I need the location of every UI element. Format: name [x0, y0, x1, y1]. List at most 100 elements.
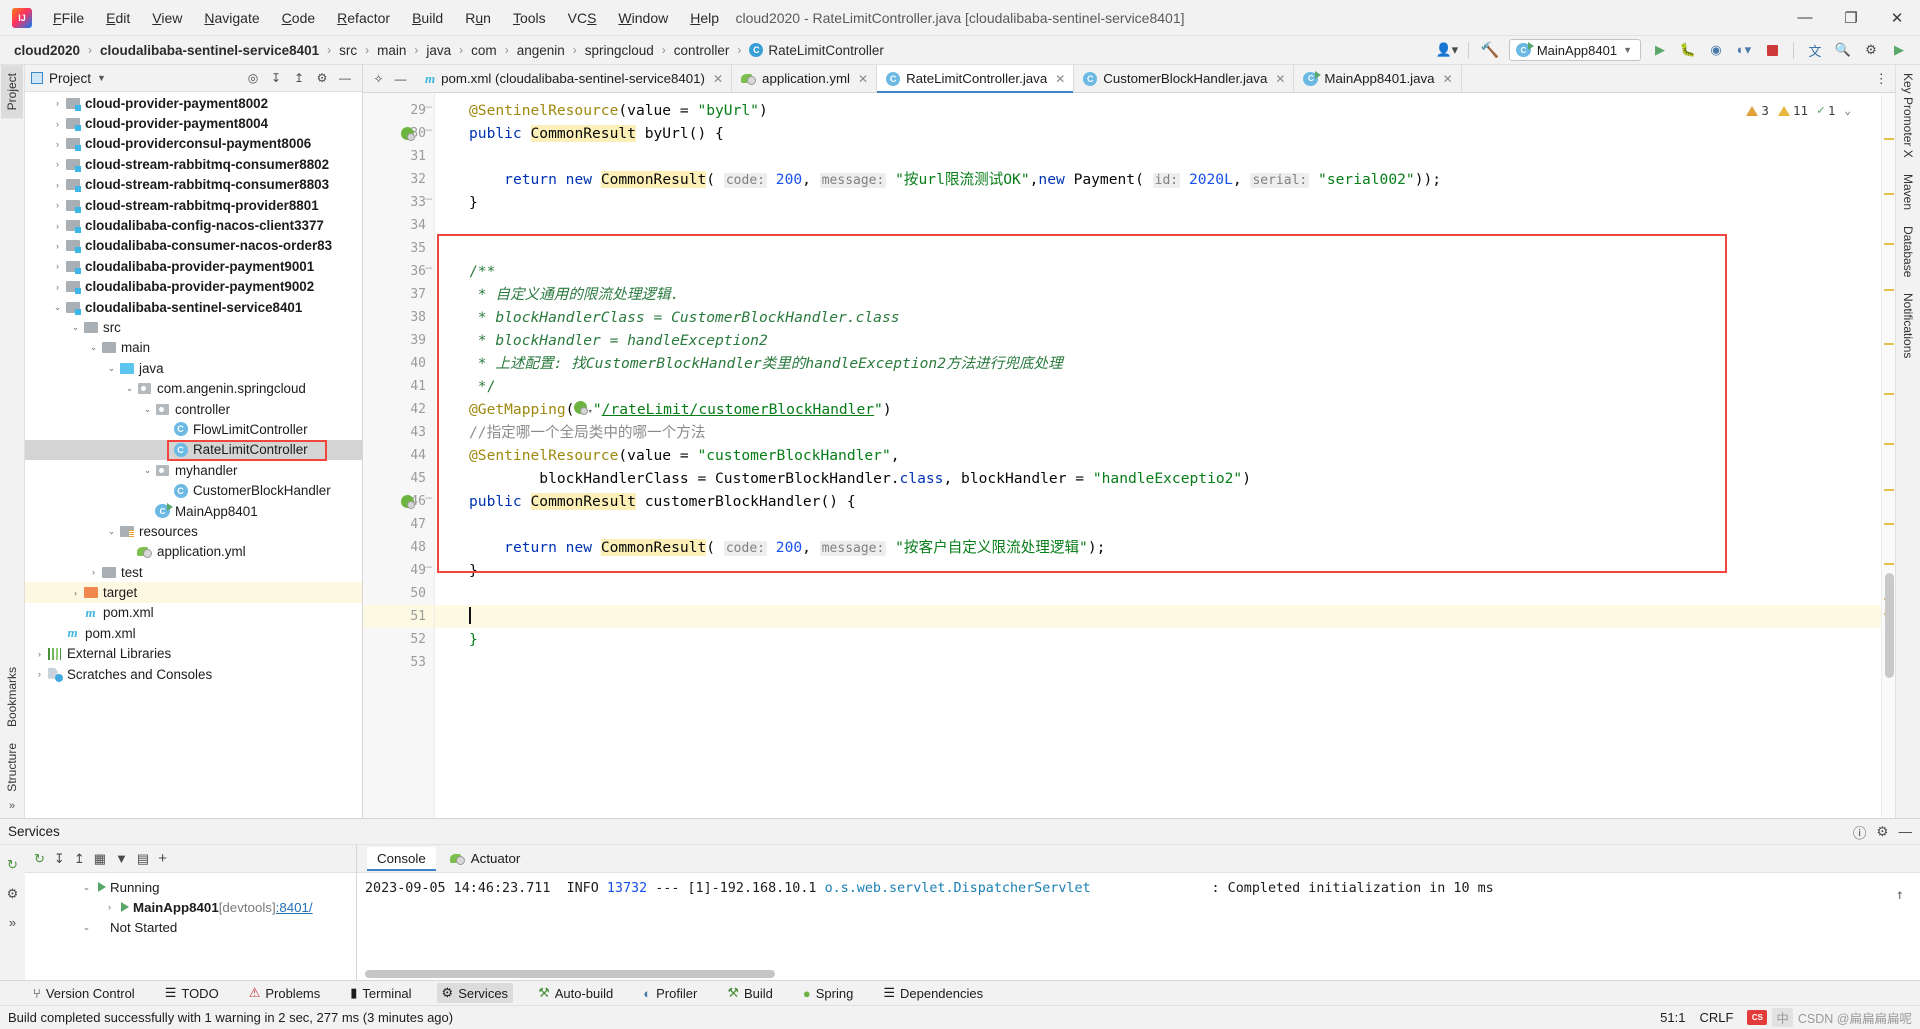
help-icon[interactable]: ⓘ: [1853, 822, 1867, 842]
editor-tab-overflow[interactable]: ⋮: [1868, 65, 1896, 92]
expand-all-icon[interactable]: ↧: [54, 851, 65, 867]
scroll-up-icon[interactable]: ↑: [1896, 887, 1904, 903]
gutter-line-30[interactable]: ─ 30: [363, 122, 434, 145]
marker-tick[interactable]: [1884, 489, 1894, 491]
gutter-line-47[interactable]: 47: [363, 513, 434, 536]
menu-tools[interactable]: Tools: [502, 6, 557, 30]
chevron-right-icon[interactable]: ›: [51, 180, 64, 190]
gutter-line-52[interactable]: 52: [363, 628, 434, 651]
translate-icon[interactable]: 文: [1802, 39, 1828, 62]
console-output[interactable]: 2023-09-05 14:46:23.711 INFO 13732 --- […: [357, 873, 1920, 980]
run-coverage-icon[interactable]: ◉: [1703, 39, 1729, 62]
line-separator[interactable]: CRLF: [1699, 1010, 1733, 1025]
gutter-line-35[interactable]: 35: [363, 237, 434, 260]
code-fold-icon[interactable]: ─: [425, 193, 432, 206]
gutter-line-29[interactable]: ─ 29: [363, 99, 434, 122]
menu-vcs[interactable]: VCS: [557, 6, 608, 30]
services-row-not-started[interactable]: ⌄ Not Started: [25, 917, 356, 937]
tree-item-cloudalibaba-sentinel-service8401[interactable]: ⌄ cloudalibaba-sentinel-service8401: [25, 297, 362, 317]
tree-item-ratelimitcontroller[interactable]: C RateLimitController: [25, 439, 362, 461]
chevron-right-icon[interactable]: ›: [51, 139, 64, 149]
settings-icon[interactable]: ⚙: [311, 68, 333, 89]
toolwindow-version-control[interactable]: ⑂ Version Control: [28, 984, 140, 1003]
editor-marker-strip[interactable]: [1881, 93, 1895, 818]
chevron-down-icon[interactable]: ⌄: [105, 526, 118, 537]
expand-all-icon[interactable]: ↧: [265, 68, 287, 89]
close-icon[interactable]: ✕: [713, 72, 723, 86]
tree-item-cloud-stream-rabbitmq-provider8801[interactable]: › cloud-stream-rabbitmq-provider8801: [25, 195, 362, 215]
tree-item-controller[interactable]: ⌄ controller: [25, 399, 362, 419]
group-icon[interactable]: ▦: [94, 851, 106, 867]
breadcrumb-controller[interactable]: controller: [670, 42, 734, 59]
services-tree[interactable]: ⌄ Running › MainApp8401 [devtools] :8401…: [25, 873, 356, 937]
hide-icon[interactable]: —: [1899, 824, 1913, 839]
menu-refactor[interactable]: Refactor: [326, 6, 401, 30]
toolwindow-services[interactable]: ⚙ Services: [436, 983, 514, 1003]
chevron-right-icon[interactable]: ›: [69, 588, 82, 598]
chevron-down-icon[interactable]: ⌄: [87, 342, 100, 353]
services-row-mainapp8401[interactable]: › MainApp8401 [devtools] :8401/: [25, 897, 356, 917]
breadcrumb-main[interactable]: main: [373, 42, 410, 59]
spring-bean-icon[interactable]: [401, 127, 415, 141]
tab-application-yml[interactable]: application.yml ✕: [732, 65, 878, 92]
gutter-line-40[interactable]: 40: [363, 352, 434, 375]
tree-item-pom-xml[interactable]: m pom.xml: [25, 603, 362, 623]
gutter-line-43[interactable]: 43: [363, 421, 434, 444]
menu-code[interactable]: Code: [271, 6, 326, 30]
typo-count[interactable]: ✓ 1: [1817, 99, 1835, 122]
gutter-line-46[interactable]: ─ 46: [363, 490, 434, 513]
tree-item-cloudalibaba-config-nacos-client3377[interactable]: › cloudalibaba-config-nacos-client3377: [25, 215, 362, 235]
marker-tick[interactable]: [1884, 443, 1894, 445]
menu-help[interactable]: Help: [679, 6, 730, 30]
tree-item-cloudalibaba-consumer-nacos-order83[interactable]: › cloudalibaba-consumer-nacos-order83: [25, 236, 362, 256]
toolwindow-problems[interactable]: ⚠ Problems: [244, 983, 326, 1003]
marker-tick[interactable]: [1884, 393, 1894, 395]
code-content[interactable]: @SentinelResource(value = "byUrl") publi…: [435, 93, 1881, 818]
gutter-line-48[interactable]: 48: [363, 536, 434, 559]
breadcrumb-angenin[interactable]: angenin: [513, 42, 569, 59]
menu-navigate[interactable]: Navigate: [193, 6, 270, 30]
code-fold-icon[interactable]: ─: [425, 561, 432, 574]
chevron-right-icon[interactable]: ›: [51, 221, 64, 231]
warning-count[interactable]: 11: [1777, 99, 1808, 122]
maximize-button[interactable]: ❐: [1828, 1, 1874, 35]
updates-icon[interactable]: ▶: [1886, 39, 1912, 62]
pin-icon[interactable]: ✧: [369, 69, 388, 88]
chevron-right-icon[interactable]: ›: [51, 282, 64, 292]
collapse-all-icon[interactable]: ↥: [288, 68, 310, 89]
code-fold-icon[interactable]: ─: [425, 262, 432, 275]
tree-item-cloudalibaba-provider-payment9001[interactable]: › cloudalibaba-provider-payment9001: [25, 256, 362, 276]
search-icon[interactable]: 🔍: [1830, 39, 1856, 62]
sidebar-item-notifications[interactable]: Notifications: [1897, 285, 1919, 366]
code-fold-icon[interactable]: ─: [425, 101, 432, 114]
gutter-line-38[interactable]: 38: [363, 306, 434, 329]
sidebar-item-structure[interactable]: Structure: [1, 735, 23, 800]
gutter-line-42[interactable]: 42: [363, 398, 434, 421]
sidebar-item-database[interactable]: Database: [1897, 218, 1919, 285]
minimize-button[interactable]: —: [1782, 1, 1828, 35]
tree-item-main[interactable]: ⌄ main: [25, 338, 362, 358]
gutter-line-51[interactable]: 51: [363, 605, 434, 628]
editor-scrollbar-thumb[interactable]: [1885, 573, 1894, 678]
weak-warning-count[interactable]: 3: [1746, 99, 1769, 122]
gutter-line-49[interactable]: ─ 49: [363, 559, 434, 582]
refresh-icon[interactable]: ↻: [34, 851, 45, 867]
tab-ratelimitcontroller-java[interactable]: C RateLimitController.java ✕: [877, 65, 1075, 93]
tree-item-customerblockhandler[interactable]: C CustomerBlockHandler: [25, 480, 362, 500]
hide-icon[interactable]: —: [391, 69, 410, 88]
chevron-right-icon[interactable]: ›: [33, 669, 46, 679]
menu-run[interactable]: Run: [454, 6, 502, 30]
tree-item-mainapp8401[interactable]: C MainApp8401: [25, 501, 362, 521]
breadcrumb-com[interactable]: com: [467, 42, 501, 59]
chevron-down-icon[interactable]: ⌄: [105, 363, 118, 374]
collapse-all-icon[interactable]: ↥: [74, 851, 85, 867]
locate-icon[interactable]: ◎: [242, 68, 264, 89]
chevron-down-icon[interactable]: ⌄: [141, 465, 154, 476]
profiler-icon[interactable]: ◐▾: [1731, 39, 1757, 62]
breadcrumb-class[interactable]: C RateLimitController: [745, 42, 888, 59]
caret-position[interactable]: 51:1: [1660, 1010, 1685, 1025]
tree-item-cloud-providerconsul-payment8006[interactable]: › cloud-providerconsul-payment8006: [25, 134, 362, 154]
chevron-down-icon[interactable]: ⌄: [69, 322, 82, 333]
chevron-right-icon[interactable]: ›: [51, 200, 64, 210]
tree-item-myhandler[interactable]: ⌄ myhandler: [25, 460, 362, 480]
